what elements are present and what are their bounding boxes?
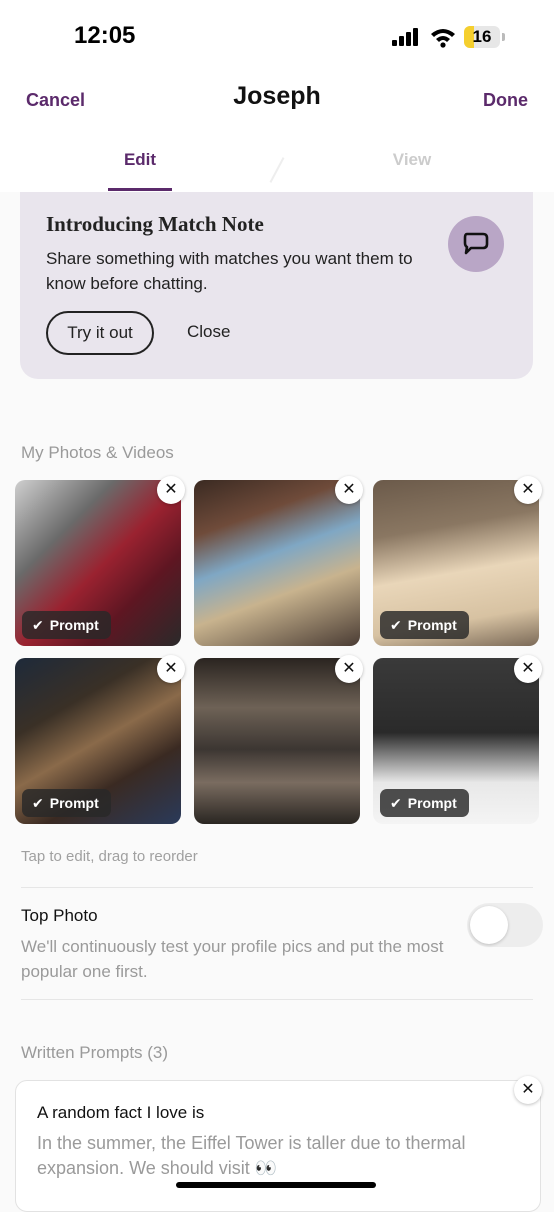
remove-photo-4-icon[interactable]: ✕: [157, 655, 185, 683]
top-photo-description: We'll continuously test your profile pic…: [21, 937, 444, 981]
prompt-badge[interactable]: ✔ Prompt: [22, 789, 111, 817]
divider: [21, 887, 533, 888]
remove-photo-1-icon[interactable]: ✕: [157, 476, 185, 504]
cancel-button[interactable]: Cancel: [26, 90, 85, 111]
chat-bubble-icon: [448, 216, 504, 272]
profile-photo-1[interactable]: ✔ Prompt: [15, 480, 181, 646]
checkmark-icon: ✔: [32, 795, 44, 811]
banner-title: Introducing Match Note: [46, 212, 264, 236]
profile-photo-3[interactable]: ✔ Prompt: [373, 480, 539, 646]
tab-edit[interactable]: Edit: [108, 150, 172, 170]
status-time: 12:05: [74, 22, 136, 49]
profile-photo-4[interactable]: ✔ Prompt: [15, 658, 181, 824]
close-banner-button[interactable]: Close: [187, 322, 230, 342]
remove-prompt-icon[interactable]: ✕: [514, 1076, 542, 1104]
remove-photo-5-icon[interactable]: ✕: [335, 655, 363, 683]
signal-icon: [392, 28, 422, 46]
checkmark-icon: ✔: [390, 795, 402, 811]
active-tab-indicator: [108, 188, 172, 191]
done-button[interactable]: Done: [483, 90, 528, 111]
status-bar: 12:05 16: [0, 0, 554, 70]
match-note-banner: Introducing Match Note Share something w…: [20, 192, 533, 379]
top-photo-title: Top Photo: [21, 906, 98, 925]
remove-photo-2-icon[interactable]: ✕: [335, 476, 363, 504]
battery-level: 16: [472, 27, 492, 46]
prompt-answer: In the summer, the Eiffel Tower is talle…: [37, 1133, 466, 1178]
banner-body: Share something with matches you want th…: [46, 249, 413, 293]
home-indicator: [176, 1182, 376, 1188]
checkmark-icon: ✔: [32, 617, 44, 633]
remove-photo-6-icon[interactable]: ✕: [514, 655, 542, 683]
prompt-badge[interactable]: ✔ Prompt: [380, 611, 469, 639]
battery-icon: 16: [464, 26, 500, 48]
checkmark-icon: ✔: [390, 617, 402, 633]
prompt-badge[interactable]: ✔ Prompt: [380, 789, 469, 817]
written-prompts-label: Written Prompts (3): [21, 1043, 169, 1062]
profile-photo-6[interactable]: ✔ Prompt: [373, 658, 539, 824]
photos-section-label: My Photos & Videos: [21, 443, 174, 462]
prompt-question: A random fact I love is: [37, 1103, 205, 1122]
toggle-knob: [470, 906, 508, 944]
profile-photo-2[interactable]: [194, 480, 360, 646]
photos-hint: Tap to edit, drag to reorder: [21, 848, 198, 865]
top-photo-toggle[interactable]: [467, 903, 543, 947]
tab-divider: [269, 157, 285, 183]
prompt-badge[interactable]: ✔ Prompt: [22, 611, 111, 639]
remove-photo-3-icon[interactable]: ✕: [514, 476, 542, 504]
profile-photo-5[interactable]: [194, 658, 360, 824]
wifi-icon: [431, 29, 455, 48]
header: Cancel Joseph Done Edit View: [0, 70, 554, 192]
prompt-card[interactable]: A random fact I love is In the summer, t…: [15, 1080, 541, 1212]
divider: [21, 999, 533, 1000]
battery-nub: [502, 33, 505, 41]
tab-view[interactable]: View: [380, 150, 444, 170]
try-it-out-button[interactable]: Try it out: [46, 311, 154, 355]
